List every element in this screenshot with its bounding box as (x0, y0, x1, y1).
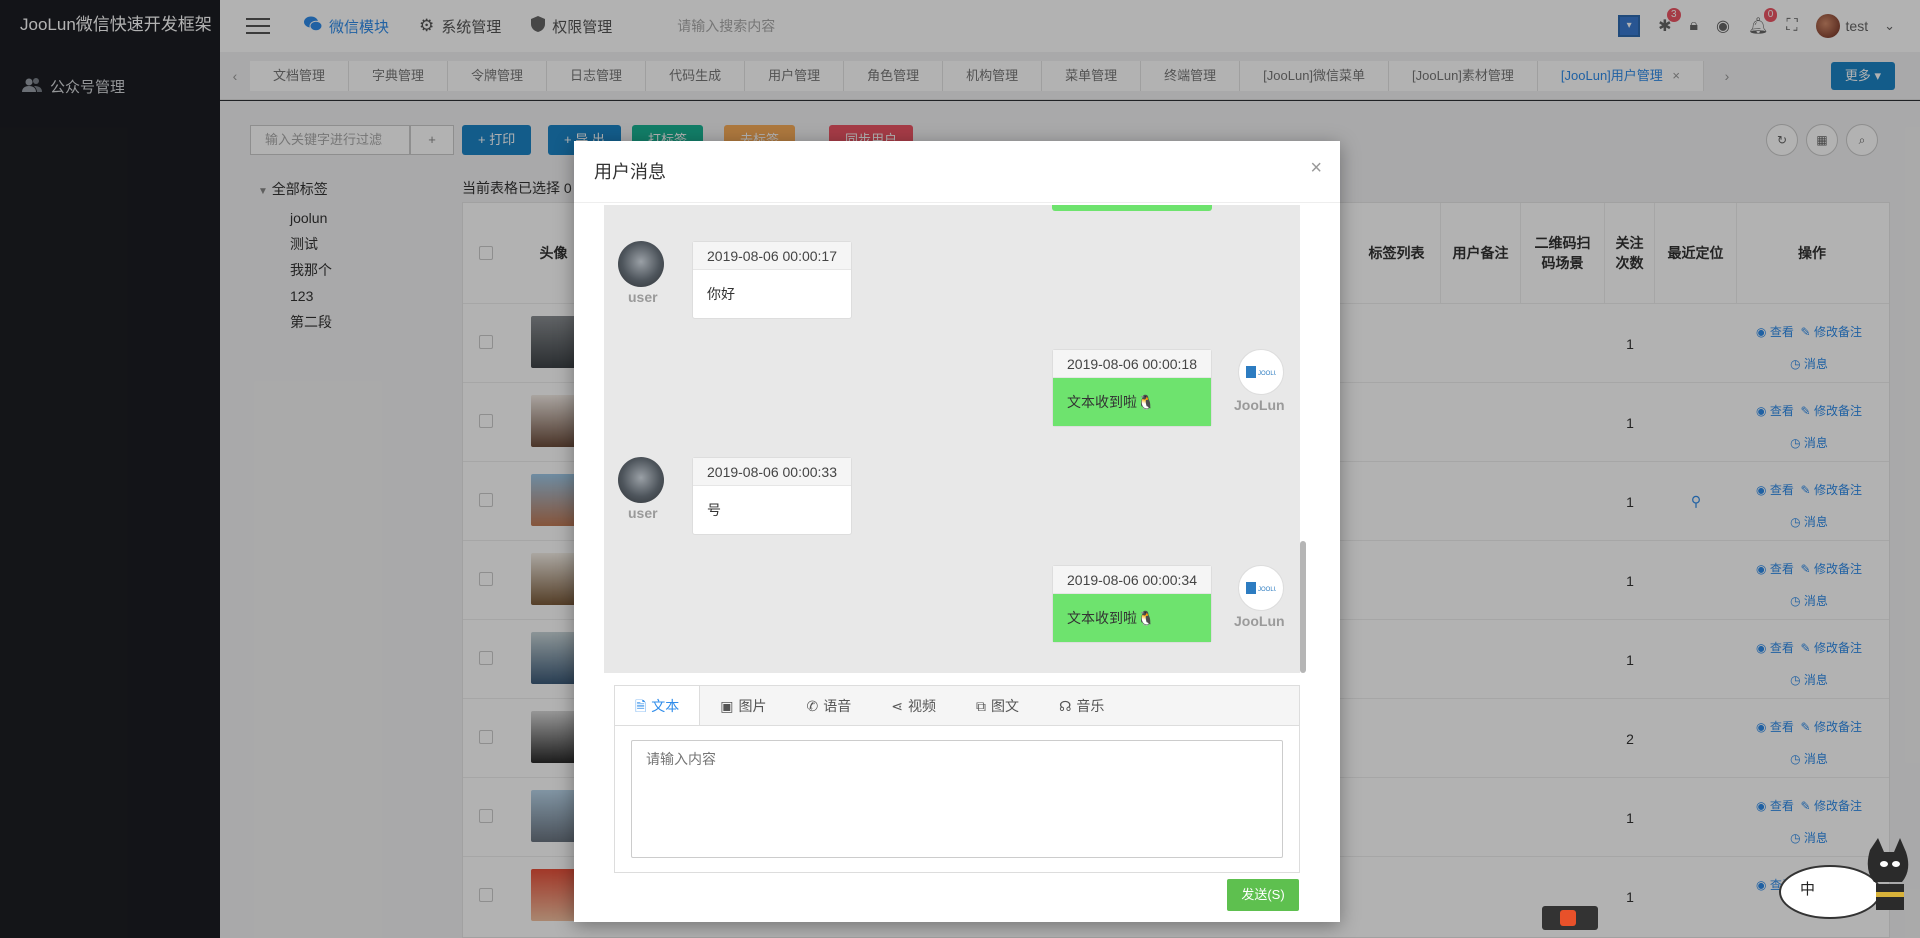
message-input[interactable] (631, 740, 1283, 858)
message-bubble: 2019-08-06 00:00:33 号 (692, 457, 852, 535)
user-message-dialog: 用户消息 × user 2019-08-06 00:00:17 你好 2019-… (574, 141, 1340, 922)
message-text: 文本收到啦🐧 (1053, 594, 1211, 642)
tab-label: 音乐 (1076, 697, 1105, 714)
close-icon[interactable]: × (1310, 157, 1322, 180)
message-bubble: 2019-08-06 00:00:17 你好 (692, 241, 852, 319)
sender-name: user (628, 289, 658, 305)
message-time: 2019-08-06 00:00:33 (693, 458, 851, 486)
dialog-title: 用户消息 (574, 141, 1340, 203)
svg-text:JOOLUN: JOOLUN (1258, 587, 1276, 593)
ime-language: 中 (1800, 880, 1815, 898)
tab-label: 文本 (651, 697, 680, 714)
message-bubble: 2019-08-06 00:00:18 文本收到啦🐧 (1052, 349, 1212, 427)
svg-text:JOOLUN: JOOLUN (1258, 371, 1276, 377)
image-icon: ▣ (720, 697, 734, 714)
sogou-icon (1560, 910, 1576, 926)
avatar (618, 241, 664, 287)
sender-name: user (628, 505, 658, 521)
headphones-icon: ☊ (1058, 697, 1072, 714)
tab-news[interactable]: ⧉ 图文 (956, 686, 1039, 725)
tab-label: 图文 (990, 697, 1019, 714)
ime-mascot[interactable]: 中 (1778, 830, 1918, 930)
tab-video[interactable]: ⋖ 视频 (871, 686, 956, 725)
avatar: JOOLUN (1238, 565, 1284, 611)
avatar (618, 457, 664, 503)
tab-voice[interactable]: ✆ 语音 (787, 686, 872, 725)
message-text: 文本收到啦🐧 (1053, 378, 1211, 426)
external-link-icon: ⧉ (975, 697, 986, 714)
message-text: 你好 (707, 286, 735, 302)
avatar: JOOLUN (1238, 349, 1284, 395)
tab-label: 图片 (738, 697, 767, 714)
message-bubble: 2019-08-06 00:00:34 文本收到啦🐧 (1052, 565, 1212, 643)
file-text-icon: 🗎︎ (635, 697, 647, 714)
message-editor: 🗎︎ 文本 ▣ 图片 ✆ 语音 ⋖ 视频 ⧉ 图文 ☊ 音乐 (614, 685, 1300, 873)
message-type-tabs: 🗎︎ 文本 ▣ 图片 ✆ 语音 ⋖ 视频 ⧉ 图文 ☊ 音乐 (615, 686, 1299, 726)
tab-image[interactable]: ▣ 图片 (700, 686, 786, 725)
sender-name: JooLun (1234, 397, 1285, 413)
send-button[interactable]: 发送(S) (1227, 879, 1299, 911)
message-time: 2019-08-06 00:00:34 (1053, 566, 1211, 594)
sender-name: JooLun (1234, 613, 1285, 629)
chat-history[interactable]: user 2019-08-06 00:00:17 你好 2019-08-06 0… (604, 205, 1300, 673)
message-time: 2019-08-06 00:00:18 (1053, 350, 1211, 378)
message-time: 2019-08-06 00:00:17 (693, 242, 851, 270)
chat-scrollbar[interactable] (1300, 541, 1306, 673)
share-icon: ⋖ (891, 697, 903, 714)
previous-message-edge (1052, 205, 1212, 211)
tab-label: 视频 (907, 697, 936, 714)
tab-music[interactable]: ☊ 音乐 (1039, 686, 1124, 725)
phone-icon: ✆ (806, 697, 819, 714)
message-text: 号 (707, 502, 721, 518)
ime-toolbar[interactable] (1542, 906, 1598, 930)
tab-text[interactable]: 🗎︎ 文本 (615, 686, 701, 725)
tab-label: 语音 (823, 697, 852, 714)
